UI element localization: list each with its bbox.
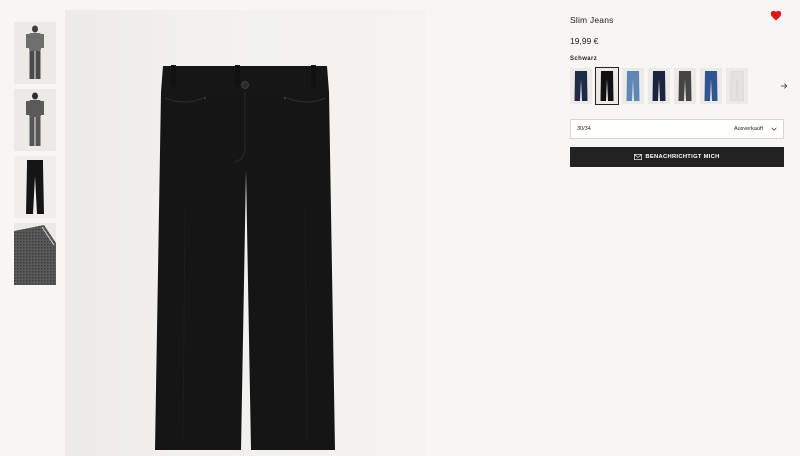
swatch-weiss[interactable] [726, 68, 748, 104]
swatch-schwarz[interactable] [595, 67, 619, 105]
thumbnail-model-front[interactable] [14, 22, 56, 84]
swatch-blau[interactable] [700, 68, 722, 104]
envelope-icon [634, 154, 643, 160]
arrow-right-icon[interactable] [780, 82, 788, 90]
main-product-image[interactable] [65, 10, 425, 456]
selected-color-label: Schwarz [570, 56, 598, 62]
size-select[interactable]: 30/34 Ausverkauft [570, 119, 784, 139]
thumbnail-model-back[interactable] [14, 89, 56, 151]
color-swatch-list [570, 67, 788, 105]
swatch-dunkelblau[interactable] [570, 68, 592, 104]
swatch-dunkelgrau[interactable] [674, 68, 696, 104]
thumbnail-list [14, 22, 56, 290]
stock-status: Ausverkauft [733, 126, 763, 132]
product-price: 19,99 € [570, 36, 599, 46]
product-title: Slim Jeans [570, 15, 614, 25]
product-info-panel: Slim Jeans 19,99 € Schwarz 30/34 Ausverk… [570, 10, 788, 167]
swatch-hellblau[interactable] [622, 68, 644, 104]
chevron-down-icon [771, 127, 777, 131]
selected-size: 30/34 [577, 126, 591, 132]
thumbnail-product-flat[interactable] [14, 156, 56, 218]
thumbnail-fabric-detail[interactable] [14, 223, 56, 285]
notify-me-button[interactable]: BENACHRICHTIGT MICH [570, 147, 784, 167]
notify-me-label: BENACHRICHTIGT MICH [645, 154, 720, 160]
heart-icon[interactable] [770, 10, 782, 21]
swatch-navy[interactable] [648, 68, 670, 104]
